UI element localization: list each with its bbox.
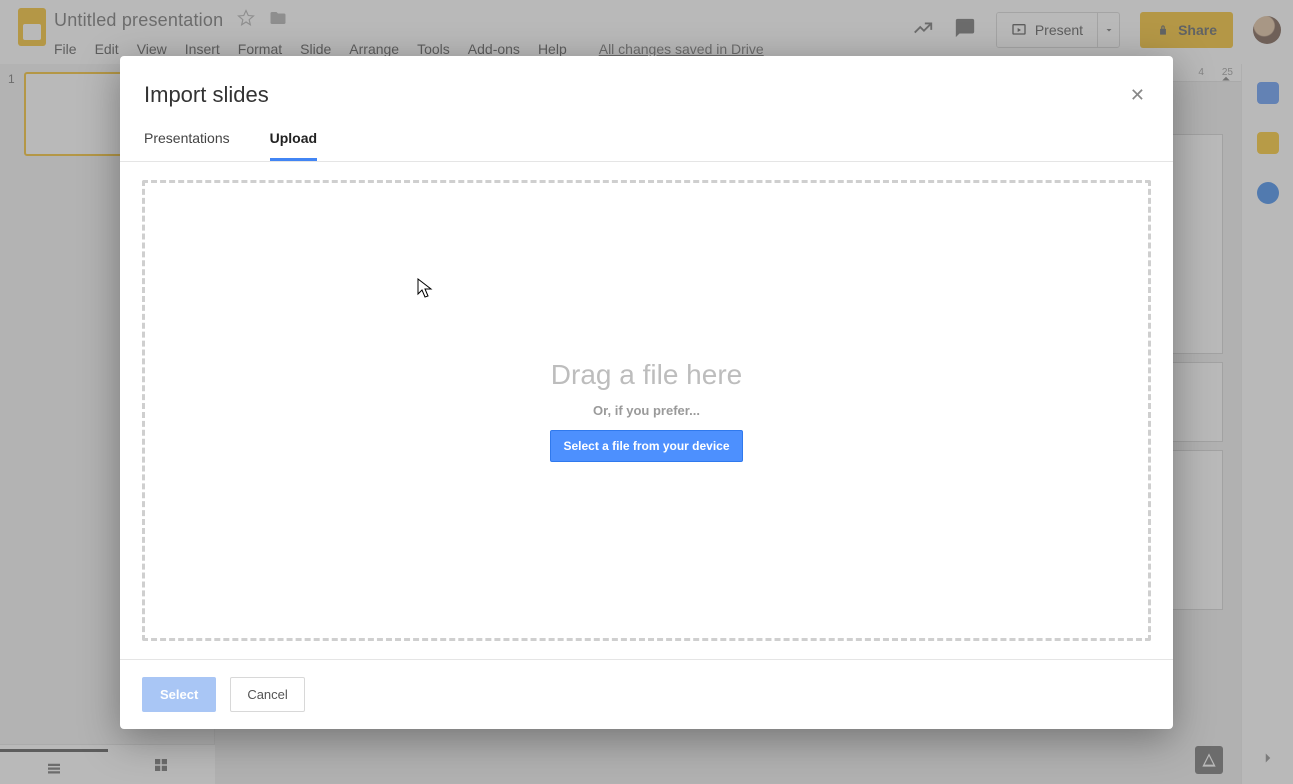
dialog-tabs: Presentations Upload bbox=[120, 108, 1173, 162]
tab-upload[interactable]: Upload bbox=[270, 130, 317, 161]
close-icon[interactable]: ✕ bbox=[1126, 82, 1149, 108]
cancel-button[interactable]: Cancel bbox=[230, 677, 304, 712]
dialog-footer: Select Cancel bbox=[120, 659, 1173, 729]
dropzone-subtext: Or, if you prefer... bbox=[593, 403, 700, 418]
select-button[interactable]: Select bbox=[142, 677, 216, 712]
dropzone-heading: Drag a file here bbox=[551, 359, 742, 391]
select-file-button[interactable]: Select a file from your device bbox=[550, 430, 742, 462]
dialog-title: Import slides bbox=[144, 82, 269, 108]
upload-dropzone[interactable]: Drag a file here Or, if you prefer... Se… bbox=[142, 180, 1151, 641]
import-slides-dialog: Import slides ✕ Presentations Upload Dra… bbox=[120, 56, 1173, 729]
tab-presentations[interactable]: Presentations bbox=[144, 130, 230, 161]
